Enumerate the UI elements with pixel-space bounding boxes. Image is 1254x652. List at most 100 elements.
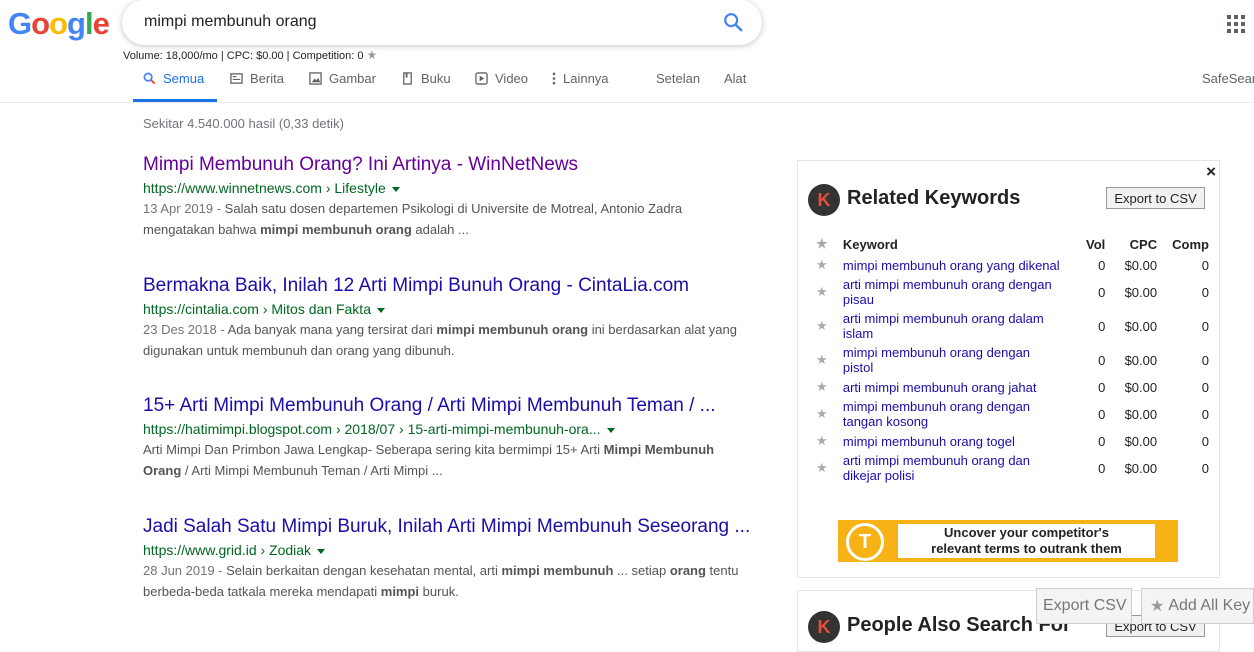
comp-cell: 0: [1201, 406, 1209, 422]
cpc-header: CPC: [1129, 236, 1158, 252]
news-icon: [230, 73, 243, 84]
snippet-text: Selain berkaitan dengan kesehatan mental…: [226, 563, 502, 578]
snippet-text: buruk.: [419, 584, 459, 599]
result-title[interactable]: Bermakna Baik, Inilah 12 Arti Mimpi Bunu…: [143, 275, 753, 297]
keyword-link[interactable]: mimpi membunuh orang dengan tangan koson…: [843, 398, 1072, 432]
comp-cell: 0: [1201, 433, 1209, 449]
table-row: ★ mimpi membunuh orang dengan tangan koso…: [816, 398, 1209, 432]
logo-letter: G: [8, 6, 32, 41]
keyword-link[interactable]: mimpi membunuh orang togel: [843, 432, 1072, 452]
star-icon[interactable]: ★: [816, 310, 843, 344]
search-result: Bermakna Baik, Inilah 12 Arti Mimpi Bunu…: [143, 275, 753, 361]
apps-grid-icon[interactable]: [1227, 15, 1245, 33]
search-result: Jadi Salah Satu Mimpi Buruk, Inilah Arti…: [143, 516, 753, 602]
result-snippet: 28 Jun 2019 - Selain berkaitan dengan ke…: [143, 563, 739, 599]
safesearch-label[interactable]: SafeSear: [1202, 71, 1254, 86]
tab-buku[interactable]: Buku: [401, 71, 451, 86]
star-icon[interactable]: ★: [816, 398, 843, 432]
result-snippet: Arti Mimpi Dan Primbon Jawa Lengkap- Seb…: [143, 439, 753, 481]
book-icon: [403, 72, 412, 85]
star-icon: ★: [1150, 598, 1165, 615]
logo-letter: l: [84, 6, 94, 41]
vol-cell: 0: [1098, 352, 1106, 368]
vol-cell: 0: [1098, 460, 1106, 476]
star-icon[interactable]: ★: [816, 256, 843, 276]
keyword-link[interactable]: arti mimpi membunuh orang dan dikejar po…: [843, 452, 1072, 486]
result-title[interactable]: Mimpi Membunuh Orang? Ini Artinya - WinN…: [143, 154, 753, 176]
vol-cell: 0: [1098, 379, 1106, 395]
star-icon[interactable]: ★: [816, 378, 843, 398]
more-vert-icon: [552, 72, 556, 85]
star-icon[interactable]: ★: [816, 276, 843, 310]
star-icon[interactable]: ★: [816, 432, 843, 452]
tab-lainnya[interactable]: Lainnya: [551, 71, 609, 86]
logo-letter: o: [49, 6, 68, 41]
keyword-link[interactable]: mimpi membunuh orang dengan pistol: [843, 344, 1072, 378]
export-csv-float-button[interactable]: Export CSV: [1036, 588, 1132, 624]
keyword-link[interactable]: arti mimpi membunuh orang dalam islam: [843, 310, 1072, 344]
cpc-cell: $0.00: [1124, 257, 1158, 273]
comp-cell: 0: [1201, 379, 1209, 395]
table-header: ★ Keyword Vol CPC Comp: [816, 236, 1209, 256]
caret-down-icon[interactable]: [376, 307, 385, 313]
result-snippet: 13 Apr 2019 - Salah satu dosen departeme…: [143, 201, 683, 237]
google-logo[interactable]: Google: [8, 6, 110, 42]
active-tab-indicator: [133, 99, 217, 102]
comp-cell: 0: [1201, 284, 1209, 300]
comp-header: Comp: [1172, 236, 1209, 252]
cpc-cell: $0.00: [1124, 379, 1158, 395]
vol-cell: 0: [1098, 433, 1106, 449]
table-row: ★ mimpi membunuh orang togel 0 $0.00 0: [816, 432, 1209, 452]
caret-down-icon[interactable]: [391, 186, 400, 192]
comp-cell: 0: [1201, 352, 1209, 368]
table-row: ★ arti mimpi membunuh orang dengan pisau 0…: [816, 276, 1209, 310]
add-all-keywords-button[interactable]: ★ Add All Key: [1141, 588, 1254, 624]
promo-banner[interactable]: T Uncover your competitor's relevant ter…: [838, 520, 1178, 562]
result-url[interactable]: https://cintalia.com › Mitos dan Fakta: [143, 301, 753, 317]
tab-setelan[interactable]: Setelan: [656, 71, 700, 86]
tab-gambar[interactable]: Gambar: [309, 71, 376, 86]
comp-cell: 0: [1201, 460, 1209, 476]
tab-video[interactable]: Video: [475, 71, 528, 86]
cpc-cell: $0.00: [1124, 284, 1158, 300]
caret-down-icon[interactable]: [317, 548, 326, 554]
keyword-link[interactable]: arti mimpi membunuh orang jahat: [843, 378, 1072, 398]
image-icon: [309, 72, 322, 85]
search-input[interactable]: [142, 12, 706, 32]
search-icon[interactable]: [722, 11, 744, 33]
caret-down-icon[interactable]: [606, 427, 615, 433]
result-title[interactable]: Jadi Salah Satu Mimpi Buruk, Inilah Arti…: [143, 516, 753, 538]
star-icon[interactable]: ★: [816, 236, 843, 256]
snippet-text: Ada banyak mana yang tersirat dari: [227, 322, 437, 337]
snippet-text: / Arti Mimpi Membunuh Teman / Arti Mimpi…: [181, 463, 443, 478]
cpc-cell: $0.00: [1124, 406, 1158, 422]
export-csv-button[interactable]: Export to CSV: [1106, 187, 1205, 209]
logo-letter: g: [67, 6, 86, 41]
cpc-cell: $0.00: [1124, 433, 1158, 449]
close-icon[interactable]: ×: [1206, 162, 1216, 182]
vol-header: Vol: [1086, 236, 1106, 252]
tab-berita[interactable]: Berita: [230, 71, 284, 86]
vol-cell: 0: [1098, 318, 1106, 334]
search-result: 15+ Arti Mimpi Membunuh Orang / Arti Mim…: [143, 395, 753, 481]
vol-cell: 0: [1098, 257, 1106, 273]
star-icon[interactable]: ★: [367, 48, 378, 62]
result-snippet: 23 Des 2018 - Ada banyak mana yang tersi…: [143, 322, 737, 358]
cpc-cell: $0.00: [1124, 352, 1158, 368]
keyword-volume-info: Volume: 18,000/mo | CPC: $0.00 | Competi…: [123, 48, 378, 62]
result-url[interactable]: https://hatimimpi.blogspot.com › 2018/07…: [143, 421, 753, 437]
result-title[interactable]: 15+ Arti Mimpi Membunuh Orang / Arti Mim…: [143, 395, 753, 417]
keyword-link[interactable]: arti mimpi membunuh orang dengan pisau: [843, 276, 1072, 310]
tab-semua[interactable]: Semua: [143, 71, 204, 86]
table-row: ★ arti mimpi membunuh orang dan dikejar p…: [816, 452, 1209, 486]
table-row: ★ mimpi membunuh orang yang dikenal 0 $0.00…: [816, 256, 1209, 276]
play-icon: [475, 72, 488, 85]
star-icon[interactable]: ★: [816, 452, 843, 486]
vol-cell: 0: [1098, 284, 1106, 300]
keyword-link[interactable]: mimpi membunuh orang yang dikenal: [843, 256, 1072, 276]
result-url[interactable]: https://www.winnetnews.com › Lifestyle: [143, 180, 753, 196]
result-url[interactable]: https://www.grid.id › Zodiak: [143, 542, 753, 558]
star-icon[interactable]: ★: [816, 344, 843, 378]
snippet-highlight: mimpi: [380, 584, 420, 599]
tab-alat[interactable]: Alat: [724, 71, 746, 86]
